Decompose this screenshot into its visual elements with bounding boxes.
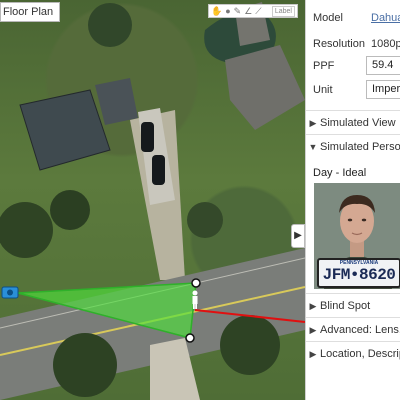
tree: [88, 3, 132, 47]
collapse-panel-button[interactable]: ▶: [291, 224, 305, 248]
fov-handle[interactable]: [191, 278, 201, 288]
map-toolbar: ✋ ● ✎ ∠ ⟋ Label: [208, 4, 298, 18]
chevron-right-icon: ▶: [309, 118, 317, 128]
chevron-right-icon: ▶: [309, 301, 317, 311]
camera-properties-panel: Model Dahua Resolution 1080p PPF 59.4 Un…: [305, 0, 400, 400]
draw-icon[interactable]: ✎: [234, 5, 242, 17]
point-icon[interactable]: ●: [225, 5, 230, 17]
car: [152, 155, 165, 185]
fov-handle[interactable]: [185, 333, 195, 343]
ppf-input[interactable]: 59.4: [366, 56, 400, 75]
license-plate: PENNSYLVANIA JFM•8620: [317, 258, 400, 288]
tree: [53, 333, 117, 397]
section-label: Simulated View: [320, 117, 396, 129]
resolution-label: Resolution: [313, 38, 365, 50]
line-icon[interactable]: ⟋: [255, 5, 261, 17]
tree: [187, 202, 223, 238]
tree: [220, 315, 280, 375]
section-advanced[interactable]: ▶Advanced: Lens, ...: [306, 317, 400, 342]
section-blind-spot[interactable]: ▶ Blind Spot: [306, 293, 400, 318]
unit-label: Unit: [313, 84, 333, 96]
section-simulated-view[interactable]: ▶ Simulated View: [306, 110, 400, 135]
angle-icon[interactable]: ∠: [244, 5, 252, 17]
ppf-label: PPF: [313, 60, 335, 72]
car: [141, 122, 154, 152]
label-toggle-button[interactable]: Label: [271, 5, 295, 17]
section-label: Location, Description: [320, 348, 400, 360]
tree: [50, 190, 90, 230]
section-label: Blind Spot: [320, 300, 371, 312]
house-roof-annex: [95, 78, 138, 125]
lighting-condition: Day - Ideal: [313, 167, 367, 179]
floor-plan-button[interactable]: Floor Plan: [0, 2, 61, 22]
section-label: Simulated Person: [320, 141, 400, 153]
neighbor-house-roof: [225, 45, 305, 130]
map-view[interactable]: Floor Plan ✋ ● ✎ ∠ ⟋ Label ▶: [0, 0, 305, 400]
tree: [0, 202, 53, 258]
floor-plan-label: Floor Plan: [3, 6, 54, 18]
section-simulated-person[interactable]: ▼ Simulated Person: [306, 134, 400, 159]
chevron-right-icon: ▶: [309, 325, 317, 335]
camera-icon[interactable]: [1, 286, 19, 299]
house-roof: [19, 89, 111, 171]
model-link[interactable]: Dahua: [371, 12, 400, 24]
resolution-value[interactable]: 1080p: [371, 38, 400, 50]
chevron-down-icon: ▼: [308, 142, 318, 152]
unit-select[interactable]: Imperial: [366, 80, 400, 99]
section-location[interactable]: ▶Location, Description: [306, 341, 400, 366]
pan-hand-icon[interactable]: ✋: [211, 5, 222, 17]
section-label: Advanced: Lens, ...: [320, 324, 400, 336]
model-label: Model: [313, 12, 343, 24]
plate-number: JFM•8620: [322, 266, 396, 284]
chevron-right-icon: ▶: [309, 349, 317, 359]
aerial-map: [0, 2, 305, 400]
chevron-right-icon: ▶: [294, 230, 302, 241]
simulated-person-image: PENNSYLVANIA JFM•8620: [314, 183, 400, 289]
